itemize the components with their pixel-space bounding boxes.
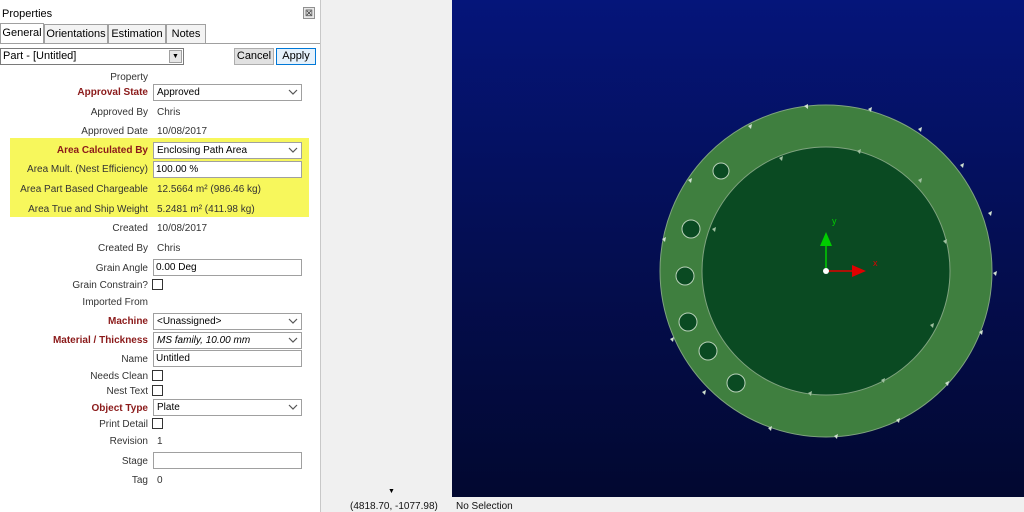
properties-panel: Properties ⊠ General Orientations Estima…	[0, 0, 321, 512]
x-axis-label: x	[873, 258, 878, 268]
cad-viewport[interactable]: y x	[452, 0, 1024, 497]
needs-clean-label: Needs Clean	[90, 371, 148, 382]
area-calculated-by-value: Enclosing Path Area	[157, 145, 248, 156]
object-type-dropdown[interactable]: Plate	[153, 399, 302, 416]
object-type-value: Plate	[157, 402, 180, 413]
approval-state-value: Approved	[157, 87, 200, 98]
grain-constrain-checkbox[interactable]	[152, 279, 163, 290]
grain-angle-value: 0.00 Deg	[156, 262, 197, 273]
tab-estimation[interactable]: Estimation	[108, 24, 166, 43]
bolt-hole[interactable]	[675, 266, 695, 286]
origin-point	[823, 268, 829, 274]
nest-text-checkbox[interactable]	[152, 385, 163, 396]
stage-input[interactable]	[153, 452, 302, 469]
chevron-down-icon	[288, 318, 298, 324]
chevron-down-icon	[288, 337, 298, 343]
area-part-based-value: 12.5664 m² (986.46 kg)	[157, 184, 261, 195]
part-drawing	[659, 104, 997, 439]
bolt-hole[interactable]	[712, 162, 730, 180]
tag-value: 0	[157, 475, 163, 486]
chevron-down-icon	[288, 89, 298, 95]
bolt-hole[interactable]	[678, 312, 698, 332]
machine-value: <Unassigned>	[157, 316, 222, 327]
approved-date-value: 10/08/2017	[157, 126, 208, 137]
name-value: Untitled	[156, 353, 190, 364]
tag-label: Tag	[131, 475, 148, 486]
revision-label: Revision	[109, 436, 148, 447]
material-thickness-label: Material / Thickness	[52, 335, 148, 346]
property-column-header: Property	[110, 72, 148, 83]
approved-by-value: Chris	[157, 107, 181, 118]
close-icon[interactable]: ⊠	[303, 7, 315, 19]
panel-title: Properties	[2, 8, 53, 20]
y-axis-label: y	[832, 216, 837, 226]
area-mult-input[interactable]: 100.00 %	[153, 161, 302, 178]
created-label: Created	[112, 223, 148, 234]
chevron-down-icon	[288, 404, 298, 410]
machine-dropdown[interactable]: <Unassigned>	[153, 313, 302, 330]
created-by-value: Chris	[157, 243, 181, 254]
area-mult-label: Area Mult. (Nest Efficiency)	[27, 164, 148, 175]
name-label: Name	[121, 354, 148, 365]
cursor-coordinates: (4818.70, -1077.98)	[350, 501, 438, 512]
grain-constrain-label: Grain Constrain?	[72, 280, 148, 291]
tab-divider	[0, 43, 320, 44]
approval-state-dropdown[interactable]: Approved	[153, 84, 302, 101]
part-selector[interactable]: Part - [Untitled] ▼	[0, 48, 184, 65]
part-selector-value: Part - [Untitled]	[3, 50, 77, 62]
chevron-down-icon	[288, 147, 298, 153]
imported-from-label: Imported From	[82, 297, 148, 308]
caret-down-icon: ▼	[388, 488, 395, 495]
print-detail-checkbox[interactable]	[152, 418, 163, 429]
material-thickness-value: MS family, 10.00 mm	[157, 335, 251, 346]
revision-value: 1	[157, 436, 163, 447]
bolt-hole[interactable]	[681, 219, 701, 239]
chevron-down-icon[interactable]: ▼	[169, 50, 182, 63]
area-calculated-by-label: Area Calculated By	[56, 145, 148, 156]
tab-orientations[interactable]: Orientations	[44, 24, 108, 43]
approved-by-label: Approved By	[90, 107, 148, 118]
material-thickness-dropdown[interactable]: MS family, 10.00 mm	[153, 332, 302, 349]
tab-notes[interactable]: Notes	[166, 24, 206, 43]
apply-button[interactable]: Apply	[276, 48, 316, 65]
approved-date-label: Approved Date	[81, 126, 148, 137]
area-calculated-by-dropdown[interactable]: Enclosing Path Area	[153, 142, 302, 159]
grain-angle-label: Grain Angle	[95, 263, 148, 274]
approval-state-label: Approval State	[77, 87, 148, 98]
panel-title-bar: Properties	[0, 5, 320, 23]
object-type-label: Object Type	[91, 403, 149, 414]
bolt-hole[interactable]	[726, 373, 746, 393]
created-value: 10/08/2017	[157, 223, 208, 234]
nest-text-label: Nest Text	[106, 386, 149, 397]
area-true-ship-value: 5.2481 m² (411.98 kg)	[157, 204, 255, 215]
cancel-button[interactable]: Cancel	[234, 48, 274, 65]
splitter-area	[322, 0, 452, 512]
tab-general[interactable]: General	[0, 23, 44, 44]
print-detail-label: Print Detail	[99, 419, 148, 430]
area-true-ship-label: Area True and Ship Weight	[28, 204, 148, 215]
needs-clean-checkbox[interactable]	[152, 370, 163, 381]
created-by-label: Created By	[97, 243, 148, 254]
name-input[interactable]: Untitled	[153, 350, 302, 367]
selection-status: No Selection	[456, 501, 513, 512]
stage-label: Stage	[121, 456, 148, 467]
area-part-based-label: Area Part Based Chargeable	[20, 184, 148, 195]
bolt-hole[interactable]	[698, 341, 718, 361]
grain-angle-input[interactable]: 0.00 Deg	[153, 259, 302, 276]
status-bar: ▼ (4818.70, -1077.98) No Selection	[330, 488, 1024, 512]
machine-label: Machine	[107, 316, 148, 327]
area-mult-value: 100.00 %	[156, 164, 199, 175]
